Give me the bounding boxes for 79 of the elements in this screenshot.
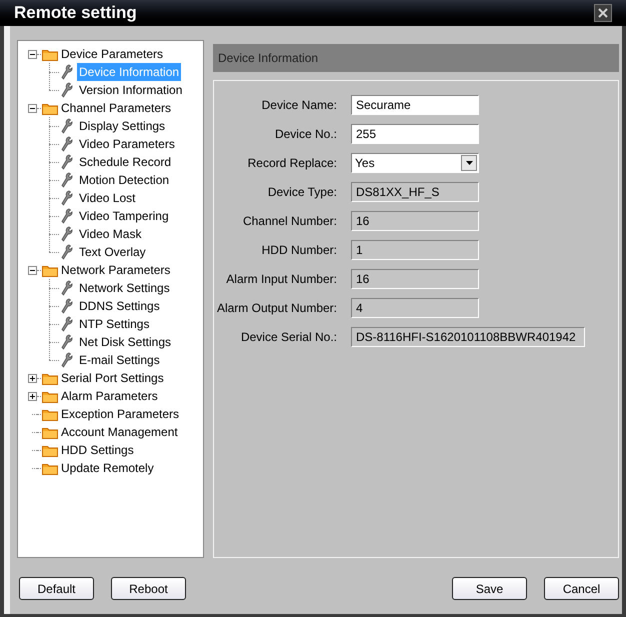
field-label: Channel Number:: [242, 213, 337, 230]
readonly-field[interactable]: 16: [351, 211, 479, 231]
caret-icon: [466, 161, 472, 165]
tree-folder-item[interactable]: Network Parameters: [61, 261, 170, 279]
tree-item[interactable]: Display Settings: [77, 117, 168, 135]
tree-item[interactable]: Text Overlay: [77, 243, 148, 261]
wrench-icon: [61, 154, 73, 170]
tree-item[interactable]: Video Tampering: [77, 207, 171, 225]
wrench-icon: [61, 334, 73, 350]
field-label: Device Name:: [260, 97, 337, 114]
tree-item[interactable]: Network Settings: [77, 279, 172, 297]
field-label: Device Serial No.:: [240, 329, 337, 346]
folder-icon: [42, 264, 58, 276]
wrench-icon: [61, 352, 73, 368]
wrench-icon: [61, 208, 73, 224]
dialog-button[interactable]: Cancel: [544, 577, 619, 600]
input-field[interactable]: 255: [351, 124, 479, 144]
wrench-icon: [61, 118, 73, 134]
tree-item[interactable]: Version Information: [77, 81, 184, 99]
collapse-toggle-icon[interactable]: [28, 266, 37, 274]
tree-item[interactable]: Video Mask: [77, 225, 144, 243]
dropdown[interactable]: Yes: [351, 153, 479, 173]
field-label: Record Replace:: [246, 155, 337, 172]
dialog-button[interactable]: Reboot: [111, 577, 186, 600]
wrench-icon: [61, 244, 73, 260]
dialog-button[interactable]: Default: [19, 577, 94, 600]
readonly-field[interactable]: DS-8116HFI-S1620101108BBWR401942: [351, 327, 585, 347]
collapse-toggle-icon[interactable]: [28, 104, 37, 112]
tree-folder-item[interactable]: Serial Port Settings: [61, 369, 164, 387]
readonly-field[interactable]: DS81XX_HF_S: [351, 182, 479, 202]
folder-icon: [42, 102, 58, 114]
folder-icon: [42, 426, 58, 438]
folder-icon: [42, 390, 58, 402]
readonly-field[interactable]: 4: [351, 298, 479, 318]
readonly-field[interactable]: 1: [351, 240, 479, 260]
expand-toggle-icon[interactable]: [28, 392, 37, 400]
collapse-toggle-icon[interactable]: [28, 50, 37, 58]
dialog-button[interactable]: Save: [452, 577, 527, 600]
tree-folder-item[interactable]: Device Parameters: [61, 45, 164, 63]
tree-item[interactable]: Schedule Record: [77, 153, 174, 171]
folder-icon: [42, 372, 58, 384]
field-label: Device Type:: [266, 184, 337, 201]
field-label: HDD Number:: [260, 242, 337, 259]
folder-icon: [42, 408, 58, 420]
input-field[interactable]: Securame: [351, 95, 479, 115]
folder-icon: [42, 462, 58, 474]
field-label: Device No.:: [274, 126, 337, 143]
tree-item[interactable]: Net Disk Settings: [77, 333, 174, 351]
folder-icon: [42, 444, 58, 456]
readonly-field[interactable]: 16: [351, 269, 479, 289]
wrench-icon: [61, 172, 73, 188]
wrench-icon: [61, 298, 73, 314]
wrench-icon: [61, 82, 73, 98]
wrench-icon: [61, 64, 73, 80]
panel-title: Device Information: [218, 50, 318, 67]
tree-folder-item[interactable]: Update Remotely: [61, 459, 154, 477]
expand-toggle-icon[interactable]: [28, 374, 37, 382]
field-label: Alarm Output Number:: [216, 300, 337, 317]
wrench-icon: [61, 190, 73, 206]
tree-item[interactable]: Video Parameters: [77, 135, 177, 153]
wrench-icon: [61, 136, 73, 152]
window-title: Remote setting: [14, 2, 137, 24]
wrench-icon: [61, 316, 73, 332]
close-button[interactable]: [594, 4, 612, 22]
tree-item[interactable]: Video Lost: [77, 189, 138, 207]
wrench-icon: [61, 226, 73, 242]
close-icon: [598, 8, 608, 18]
tree-folder-item[interactable]: Account Management: [61, 423, 178, 441]
tree-item[interactable]: Motion Detection: [77, 171, 172, 189]
tree-folder-item[interactable]: Channel Parameters: [61, 99, 172, 117]
tree-folder-item[interactable]: Exception Parameters: [61, 405, 180, 423]
tree-item[interactable]: NTP Settings: [77, 315, 152, 333]
tree-item[interactable]: DDNS Settings: [77, 297, 162, 315]
folder-icon: [42, 48, 58, 60]
tree-folder-item[interactable]: Alarm Parameters: [61, 387, 158, 405]
tree-item[interactable]: E-mail Settings: [77, 351, 162, 369]
tree-folder-item[interactable]: HDD Settings: [61, 441, 134, 459]
wrench-icon: [61, 280, 73, 296]
field-label: Alarm Input Number:: [225, 271, 337, 288]
